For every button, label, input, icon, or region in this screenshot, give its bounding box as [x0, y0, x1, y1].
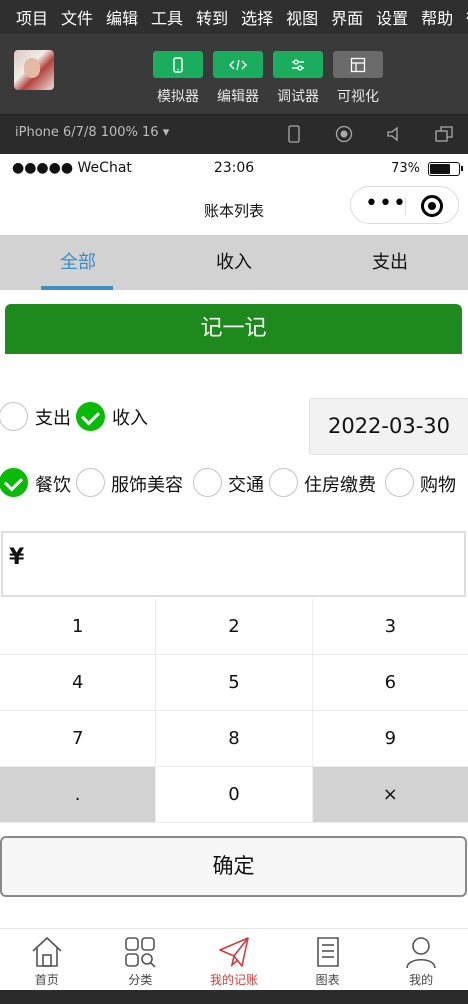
avatar[interactable] [14, 50, 54, 90]
category-label-housing: 住房缴费 [304, 475, 376, 496]
key-0[interactable]: 0 [156, 767, 313, 822]
menu-settings[interactable]: 设置 [376, 5, 408, 29]
more-icon[interactable]: ••• [365, 193, 407, 215]
new-window-icon[interactable] [434, 124, 454, 144]
menu-tools[interactable]: 工具 [151, 5, 183, 29]
key-3[interactable]: 3 [312, 599, 468, 654]
tab-income[interactable]: 收入 [156, 235, 312, 290]
date-picker[interactable]: 2022-03-30 [309, 398, 468, 455]
key-5[interactable]: 5 [156, 655, 313, 710]
menu-file[interactable]: 文件 [61, 5, 93, 29]
category-label-transport: 交通 [228, 475, 264, 496]
devtools-window: 项目 文件 编辑 工具 转到 选择 视图 界面 设置 帮助 微 模拟器 编辑器 … [0, 0, 468, 1004]
tabbar-item-chart[interactable]: 图表 [281, 929, 375, 990]
simulator-button[interactable] [153, 51, 203, 78]
phone-icon[interactable] [284, 124, 304, 144]
document-icon [316, 937, 339, 967]
tabbar-label-my-records: 我的记账 [209, 973, 258, 987]
key-6[interactable]: 6 [312, 655, 468, 710]
battery-icon [428, 162, 463, 176]
record-button[interactable]: 记一记 [5, 304, 462, 354]
tabbar-item-me[interactable]: 我的 [374, 929, 468, 990]
menu-view[interactable]: 视图 [286, 5, 318, 29]
tabbar-item-category[interactable]: 分类 [94, 929, 188, 990]
paper-plane-icon [219, 937, 249, 968]
debugger-button[interactable] [273, 51, 323, 78]
menu-edit[interactable]: 编辑 [106, 5, 138, 29]
status-bar: ●●●●● WeChat 23:06 73% [0, 154, 468, 184]
number-keypad: 1 2 3 4 5 6 7 8 9 . 0 × [0, 599, 468, 823]
close-target-icon[interactable] [421, 195, 443, 217]
category-radio-shopping[interactable] [385, 468, 414, 497]
tabbar-item-home[interactable]: 首页 [0, 929, 94, 990]
category-radio-clothing[interactable] [76, 468, 105, 497]
record-icon[interactable] [334, 124, 354, 144]
tab-all[interactable]: 全部 [0, 235, 156, 290]
battery-percent: 73% [391, 161, 420, 176]
nav-bar: 账本列表 ••• [0, 184, 468, 234]
filter-tabs: 全部 收入 支出 [0, 235, 468, 290]
tabbar-item-my-records[interactable]: 我的记账 [187, 929, 281, 990]
mini-program-capsule: ••• [350, 186, 459, 224]
income-radio-label: 收入 [112, 408, 148, 429]
expense-radio[interactable] [0, 402, 28, 431]
tab-expense[interactable]: 支出 [312, 235, 468, 290]
tabbar-label-home: 首页 [34, 973, 59, 987]
category-label-dining: 餐饮 [35, 475, 71, 496]
key-2[interactable]: 2 [156, 599, 313, 654]
category-label-clothing: 服饰美容 [111, 475, 183, 496]
tabbar-label-category: 分类 [128, 973, 153, 987]
key-1[interactable]: 1 [0, 599, 157, 654]
phone-icon [173, 56, 183, 73]
key-4[interactable]: 4 [0, 655, 157, 710]
home-icon [32, 936, 62, 967]
code-icon [229, 59, 247, 70]
category-radio-dining[interactable] [0, 468, 28, 497]
confirm-button[interactable]: 确定 [0, 836, 467, 897]
layout-icon [350, 57, 366, 72]
debug-icon [292, 58, 304, 71]
key-9[interactable]: 9 [312, 711, 468, 766]
editor-button[interactable] [213, 51, 263, 78]
key-delete[interactable]: × [312, 767, 468, 822]
amount-input[interactable]: ¥ [1, 531, 466, 597]
phone-simulator: ●●●●● WeChat 23:06 73% 账本列表 ••• 全部 收入 支出… [0, 154, 468, 990]
expense-radio-label: 支出 [35, 408, 71, 429]
volume-icon[interactable] [384, 124, 404, 144]
user-icon [406, 937, 436, 969]
menu-goto[interactable]: 转到 [196, 5, 228, 29]
bottom-status-strip [0, 990, 468, 1004]
visual-label: 可视化 [337, 89, 379, 105]
menu-interface[interactable]: 界面 [331, 5, 363, 29]
tab-bar: 首页 分类 我的记账 图表 我的 [0, 928, 468, 990]
menu-help[interactable]: 帮助 [421, 5, 453, 29]
device-bar: iPhone 6/7/8 100% 16 ▾ [0, 114, 468, 152]
tabbar-label-me: 我的 [409, 973, 434, 987]
device-selector[interactable]: iPhone 6/7/8 100% 16 ▾ [15, 125, 169, 140]
income-radio[interactable] [76, 402, 105, 431]
menu-bar: 项目 文件 编辑 工具 转到 选择 视图 界面 设置 帮助 微 [0, 0, 468, 34]
category-radio-housing[interactable] [269, 468, 298, 497]
menu-project[interactable]: 项目 [16, 5, 48, 29]
category-icon [125, 937, 156, 968]
key-dot[interactable]: . [0, 767, 157, 822]
currency-symbol: ¥ [9, 545, 25, 570]
tabbar-label-chart: 图表 [315, 973, 340, 987]
visual-button[interactable] [333, 51, 383, 78]
toolbar: 模拟器 编辑器 调试器 可视化 [0, 34, 468, 114]
category-label-shopping: 购物 [420, 475, 456, 496]
key-8[interactable]: 8 [156, 711, 313, 766]
menu-select[interactable]: 选择 [241, 5, 273, 29]
category-radio-transport[interactable] [193, 468, 222, 497]
key-7[interactable]: 7 [0, 711, 157, 766]
